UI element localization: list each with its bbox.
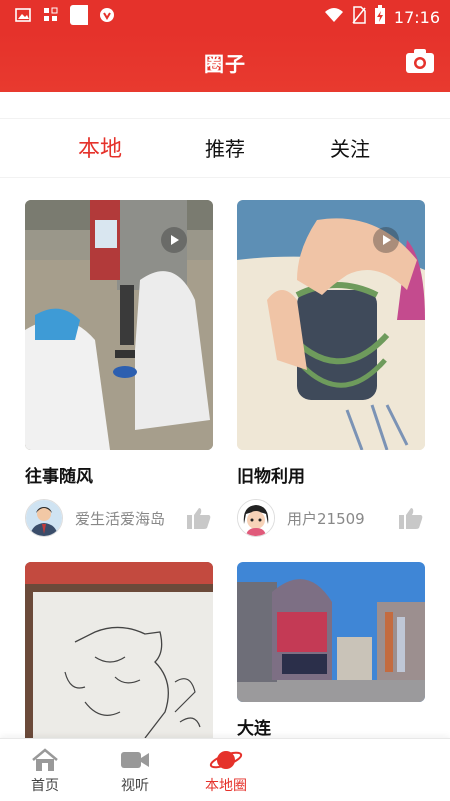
- app-header: 圈子: [0, 32, 450, 92]
- post-author[interactable]: 用户21509: [237, 498, 365, 538]
- avatar[interactable]: [25, 499, 63, 537]
- nav-local-circle[interactable]: 本地圈: [196, 747, 256, 795]
- apps-icon: [42, 6, 60, 24]
- like-icon[interactable]: [398, 506, 424, 530]
- wifi-icon: [324, 7, 344, 27]
- author-name: 爱生活爱海岛: [75, 509, 166, 528]
- nav-home-label: 首页: [31, 778, 59, 794]
- like-icon[interactable]: [186, 506, 212, 530]
- status-time: 17:16: [393, 7, 440, 27]
- post-image[interactable]: [237, 562, 425, 702]
- post-title[interactable]: 往事随风: [25, 462, 93, 487]
- battery-charging-icon: [374, 5, 386, 29]
- feed-tabs: 本地 推荐 关注: [0, 118, 450, 178]
- page-title: 圈子: [204, 52, 246, 76]
- nav-video[interactable]: 视听: [105, 747, 165, 795]
- home-icon: [15, 747, 75, 773]
- white-square-icon: [70, 5, 88, 25]
- post-title[interactable]: 大连: [237, 714, 271, 739]
- status-bar: 17:16: [0, 0, 450, 32]
- video-icon: [105, 747, 165, 773]
- post-title[interactable]: 旧物利用: [237, 462, 305, 487]
- play-icon[interactable]: [373, 227, 399, 253]
- play-icon[interactable]: [161, 227, 187, 253]
- author-name: 用户21509: [287, 509, 365, 528]
- avatar[interactable]: [237, 499, 275, 537]
- camera-icon[interactable]: [404, 46, 436, 76]
- nav-home[interactable]: 首页: [15, 747, 75, 795]
- image-icon: [14, 6, 32, 24]
- no-sim-icon: [352, 6, 366, 28]
- post-author[interactable]: 爱生活爱海岛: [25, 498, 165, 538]
- shield-icon: [98, 6, 116, 24]
- tab-recommend[interactable]: 推荐: [205, 133, 245, 162]
- post-image[interactable]: [25, 200, 213, 450]
- tab-follow[interactable]: 关注: [330, 133, 370, 162]
- bottom-nav: 首页 视听 本地圈: [0, 738, 450, 801]
- tab-local[interactable]: 本地: [78, 131, 122, 163]
- planet-icon: [196, 747, 256, 773]
- nav-local-label: 本地圈: [205, 778, 247, 794]
- nav-video-label: 视听: [121, 778, 149, 794]
- status-right: 17:16: [324, 5, 440, 29]
- post-image[interactable]: [25, 562, 213, 738]
- status-left-icons: [14, 5, 116, 25]
- post-image[interactable]: [237, 200, 425, 450]
